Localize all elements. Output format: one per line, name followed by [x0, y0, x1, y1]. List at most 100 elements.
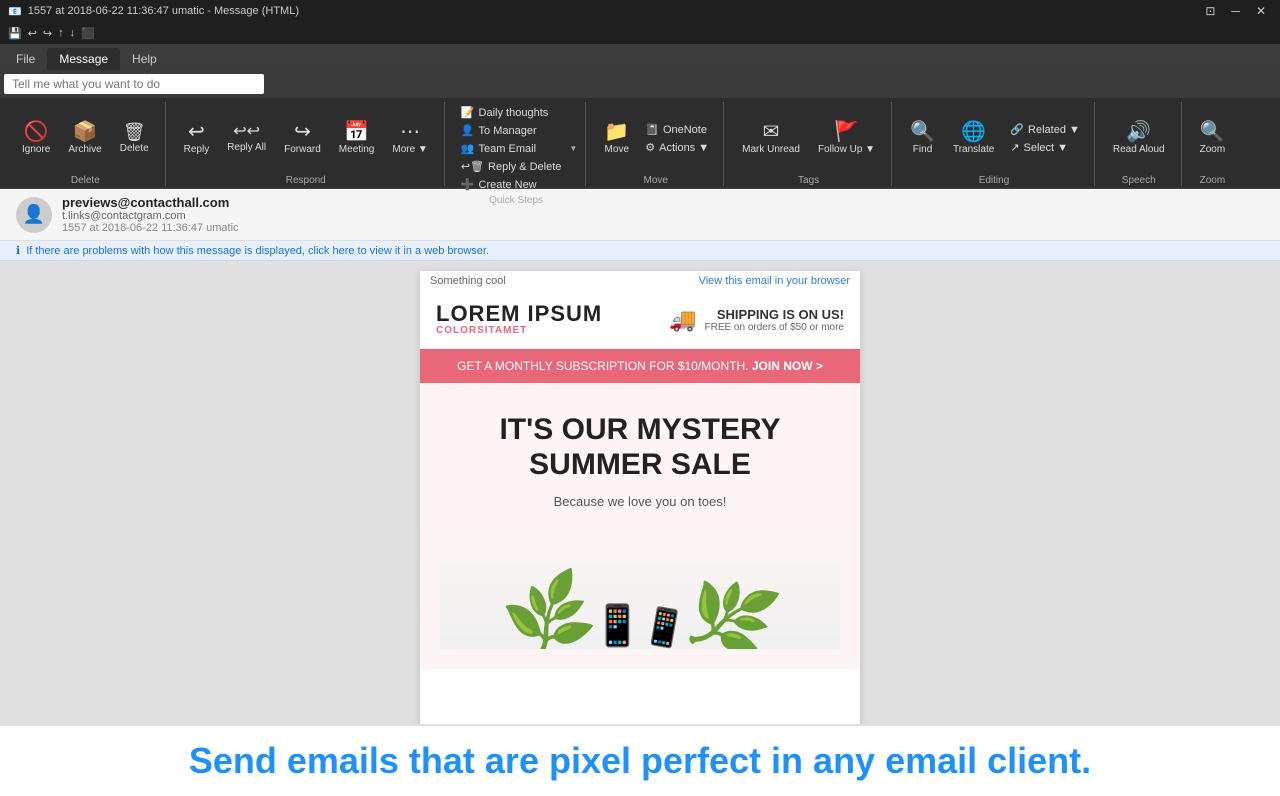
move-icon: 📁 — [604, 122, 629, 142]
minimize-button[interactable]: ─ — [1225, 4, 1246, 18]
reply-all-button[interactable]: ↩↩ Reply All — [219, 107, 274, 171]
ribbon-group-editing: 🔍 Find 🌐 Translate 🔗 Related ▼ ↗ Select … — [894, 102, 1095, 186]
zoom-icon: 🔍 — [1200, 122, 1225, 142]
read-aloud-button[interactable]: 🔊 Read Aloud — [1105, 107, 1173, 171]
move-button[interactable]: 📁 Move — [596, 107, 637, 171]
bottom-banner-text: Send emails that are pixel perfect in an… — [189, 740, 1091, 782]
ribbon-content: 🚫 Ignore 📦 Archive 🗑 Delete Delete ↩ — [0, 98, 1280, 188]
editing-group-label: Editing — [979, 173, 1010, 186]
create-new-icon: ➕ — [461, 178, 475, 191]
actions-button[interactable]: ⚙ Actions ▼ — [639, 139, 715, 156]
title-bar: 📧 1557 at 2018-06-22 11:36:47 umatic - M… — [0, 0, 1280, 22]
team-email-button[interactable]: 👥 Team Email — [455, 140, 568, 157]
leaf-left-icon: 🌿 — [494, 565, 604, 649]
title-bar-left: 📧 1557 at 2018-06-22 11:36:47 umatic - M… — [8, 5, 299, 18]
ribbon-group-speech: 🔊 Read Aloud Speech — [1097, 102, 1182, 186]
more-qa-button[interactable]: ⬛ — [81, 27, 95, 40]
email-top-label: Something cool — [430, 275, 506, 287]
ribbon-group-tags: ✉ Mark Unread 🚩 Follow Up ▼ Tags — [726, 102, 892, 186]
product-image-area: 🌿 📱 📱 🌿 — [440, 529, 840, 649]
tags-group-label: Tags — [798, 173, 819, 186]
tab-message[interactable]: Message — [47, 48, 120, 70]
select-button[interactable]: ↗ Select ▼ — [1004, 139, 1086, 156]
reply-delete-button[interactable]: ↩🗑 Reply & Delete — [455, 158, 568, 175]
up-qa-button[interactable]: ↑ — [58, 27, 64, 39]
view-in-browser-link[interactable]: View this email in your browser — [699, 275, 850, 287]
more-respond-icon: ⋯ — [400, 122, 420, 142]
sale-subtitle: Because we love you on toes! — [440, 494, 840, 509]
restore-button[interactable]: ⊡ — [1199, 4, 1221, 18]
down-qa-button[interactable]: ↓ — [70, 27, 76, 39]
email-meta: previews@contacthall.com t.links@contact… — [62, 195, 1264, 234]
ignore-button[interactable]: 🚫 Ignore — [14, 107, 58, 171]
find-icon: 🔍 — [910, 122, 935, 142]
tab-help[interactable]: Help — [120, 48, 169, 70]
quicksteps-dropdown[interactable]: ▼ — [569, 144, 577, 153]
bottom-banner: Send emails that are pixel perfect in an… — [0, 724, 1280, 796]
sale-section: IT'S OUR MYSTERYSUMMER SALE Because we l… — [420, 383, 860, 669]
to-manager-button[interactable]: 👤 To Manager — [455, 122, 568, 139]
email-header: 👤 previews@contacthall.com t.links@conta… — [0, 189, 1280, 241]
email-body-area: Something cool View this email in your b… — [0, 261, 1280, 724]
follow-up-button[interactable]: 🚩 Follow Up ▼ — [810, 107, 883, 171]
ribbon: File Message Help 🚫 Ignore 📦 Archive 🗑 D… — [0, 44, 1280, 189]
daily-thoughts-button[interactable]: 📝 Daily thoughts — [455, 104, 568, 121]
delete-icon: 🗑 — [123, 123, 146, 141]
email-content: Something cool View this email in your b… — [420, 271, 860, 724]
promo-cta[interactable]: JOIN NOW > — [752, 359, 823, 373]
meeting-icon: 📅 — [344, 122, 369, 142]
mark-unread-button[interactable]: ✉ Mark Unread — [734, 107, 808, 171]
tab-file[interactable]: File — [4, 48, 47, 70]
zoom-buttons: 🔍 Zoom — [1192, 104, 1234, 173]
more-respond-button[interactable]: ⋯ More ▼ — [384, 107, 435, 171]
editing-buttons: 🔍 Find 🌐 Translate 🔗 Related ▼ ↗ Select … — [902, 104, 1086, 173]
tags-buttons: ✉ Mark Unread 🚩 Follow Up ▼ — [734, 104, 883, 173]
delete-button[interactable]: 🗑 Delete — [112, 107, 157, 171]
avatar-icon: 👤 — [23, 204, 45, 225]
redo-qa-button[interactable]: ↪ — [43, 27, 52, 40]
brand-logo: LOREM IPSUM COLORSITAMET — [436, 303, 602, 336]
forward-icon: ↪ — [294, 122, 311, 142]
close-button[interactable]: ✕ — [1250, 4, 1272, 18]
daily-thoughts-icon: 📝 — [461, 106, 475, 119]
follow-up-icon: 🚩 — [834, 122, 859, 142]
read-aloud-icon: 🔊 — [1126, 122, 1151, 142]
info-bar[interactable]: ℹ If there are problems with how this me… — [0, 241, 1280, 261]
ribbon-group-quicksteps: 📝 Daily thoughts 👤 To Manager 👥 Team Ema… — [447, 102, 586, 186]
leaf-right-icon: 🌿 — [676, 565, 786, 649]
onenote-icon: 📓 — [645, 123, 659, 136]
zoom-button[interactable]: 🔍 Zoom — [1192, 107, 1234, 171]
promo-banner: GET A MONTHLY SUBSCRIPTION FOR $10/MONTH… — [420, 349, 860, 383]
shipping-title: SHIPPING IS ON US! — [704, 307, 844, 322]
promo-text: GET A MONTHLY SUBSCRIPTION FOR $10/MONTH… — [457, 359, 748, 373]
related-button[interactable]: 🔗 Related ▼ — [1004, 121, 1086, 138]
related-icon: 🔗 — [1010, 123, 1024, 136]
ignore-icon: 🚫 — [24, 122, 49, 142]
reply-delete-icon: ↩🗑 — [461, 160, 484, 173]
onenote-button[interactable]: 📓 OneNote — [639, 121, 715, 138]
ribbon-group-move: 📁 Move 📓 OneNote ⚙ Actions ▼ Move — [588, 102, 724, 186]
shipping-box: 🚚 SHIPPING IS ON US! FREE on orders of $… — [669, 307, 844, 333]
ribbon-tabs: File Message Help — [0, 44, 1280, 70]
ribbon-group-respond: ↩ Reply ↩↩ Reply All ↪ Forward 📅 Meeting… — [168, 102, 445, 186]
forward-button[interactable]: ↪ Forward — [276, 107, 329, 171]
respond-group-label: Respond — [286, 173, 326, 186]
info-text: If there are problems with how this mess… — [26, 245, 489, 257]
brand-tagline: COLORSITAMET — [436, 325, 602, 336]
ribbon-search-input[interactable] — [4, 74, 264, 94]
move-buttons: 📁 Move 📓 OneNote ⚙ Actions ▼ — [596, 104, 715, 173]
save-qa-button[interactable]: 💾 — [8, 27, 22, 40]
title-text: 1557 at 2018-06-22 11:36:47 umatic - Mes… — [28, 5, 299, 17]
undo-qa-button[interactable]: ↩ — [28, 27, 37, 40]
translate-button[interactable]: 🌐 Translate — [945, 107, 1002, 171]
create-new-button[interactable]: ➕ Create New — [455, 176, 568, 193]
archive-icon: 📦 — [73, 122, 98, 142]
reply-button[interactable]: ↩ Reply — [176, 107, 218, 171]
meeting-button[interactable]: 📅 Meeting — [331, 107, 383, 171]
quick-access-toolbar: 💾 ↩ ↪ ↑ ↓ ⬛ — [0, 22, 1280, 44]
translate-icon: 🌐 — [961, 122, 986, 142]
archive-button[interactable]: 📦 Archive — [60, 107, 109, 171]
find-button[interactable]: 🔍 Find — [902, 107, 943, 171]
respond-buttons: ↩ Reply ↩↩ Reply All ↪ Forward 📅 Meeting… — [176, 104, 436, 173]
delete-group-label: Delete — [71, 173, 100, 186]
